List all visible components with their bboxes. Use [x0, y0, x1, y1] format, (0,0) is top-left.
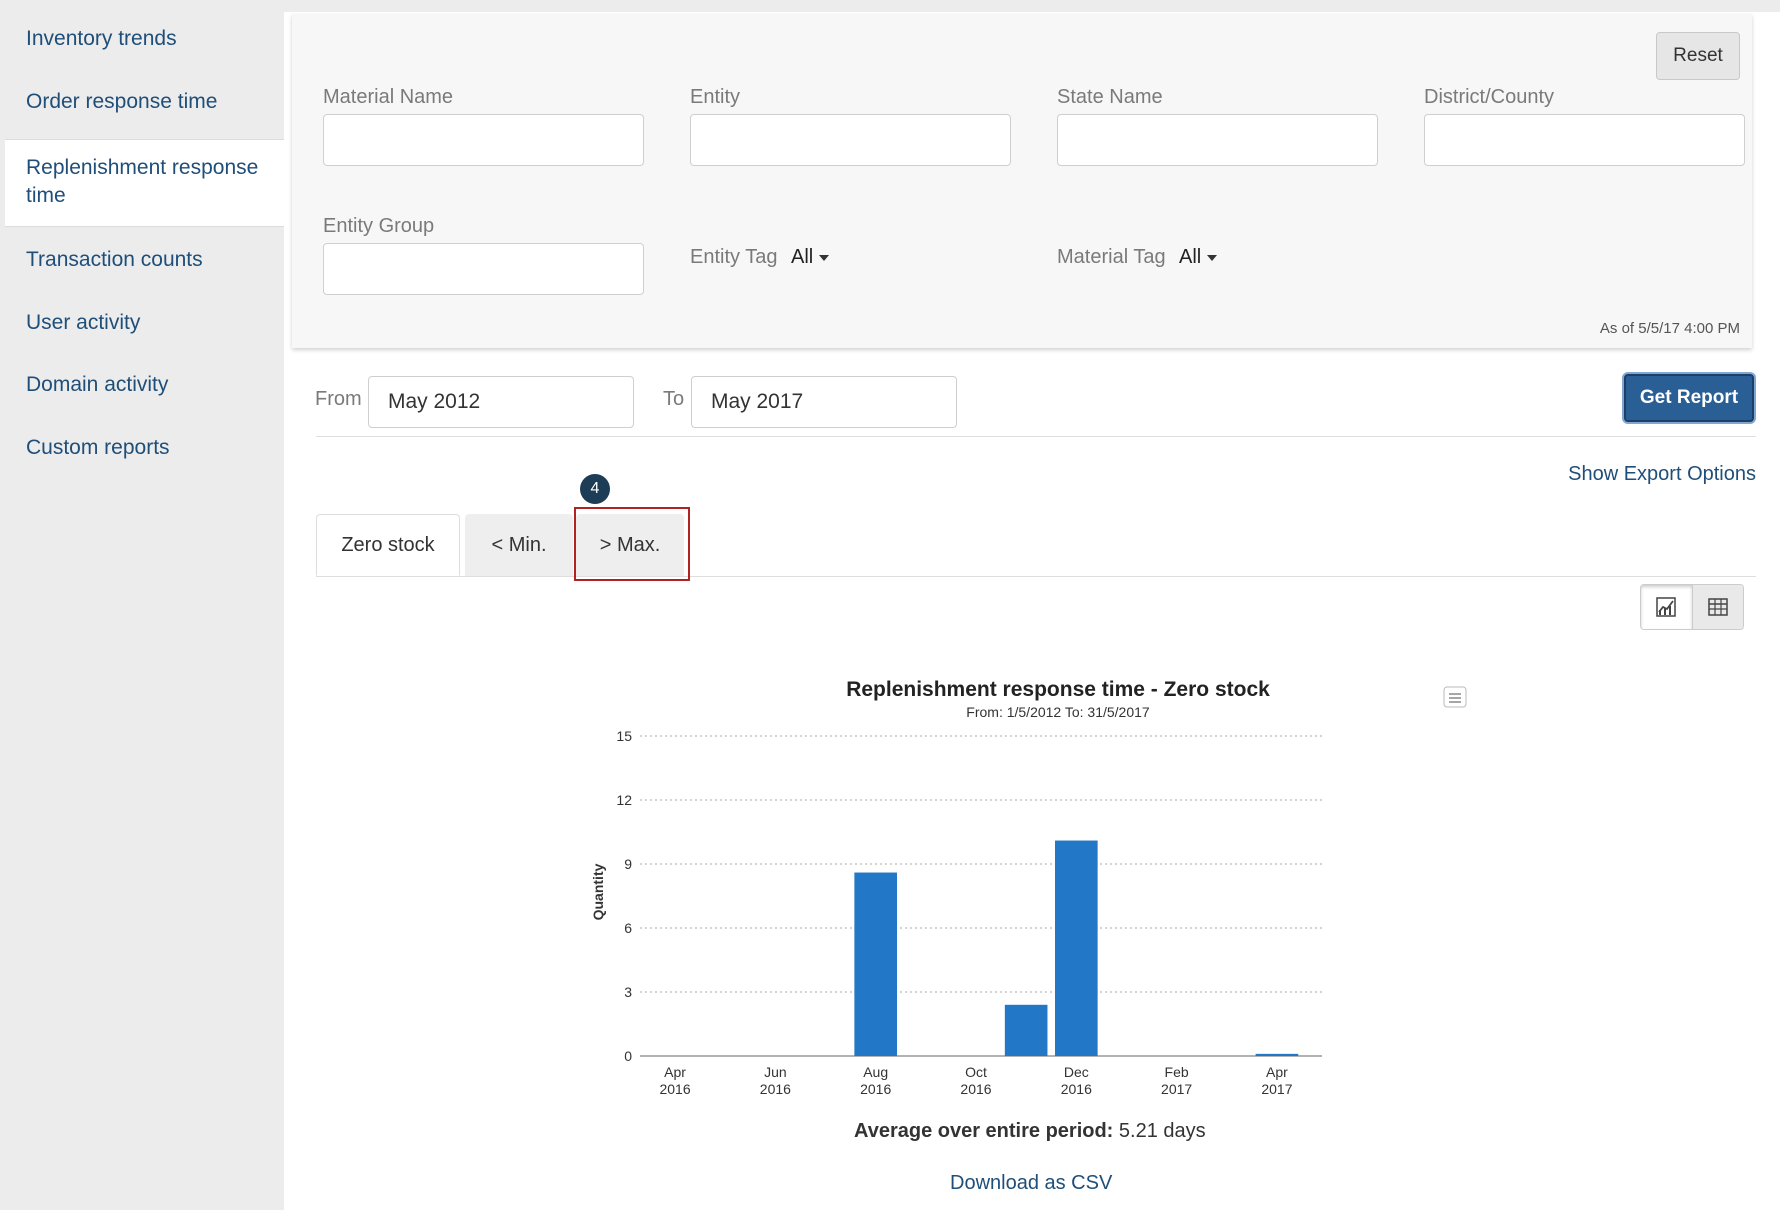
chart-bar[interactable] [1004, 1004, 1048, 1056]
state-name-label: State Name [1057, 86, 1163, 108]
get-report-button[interactable]: Get Report [1624, 374, 1754, 422]
x-tick-label: 2016 [659, 1081, 690, 1097]
x-tick-label: Jun [764, 1064, 787, 1080]
bar-chart: Replenishment response time - Zero stock… [590, 678, 1467, 1097]
download-csv-link[interactable]: Download as CSV [950, 1172, 1112, 1195]
sidebar-item-replenishment-response-time[interactable]: Replenishment response time [5, 139, 284, 227]
y-tick-label: 9 [624, 856, 632, 872]
district-label: District/County [1424, 86, 1555, 108]
y-tick-label: 12 [616, 792, 632, 808]
chart-bar[interactable] [1255, 1053, 1299, 1056]
main-content: Reset Material Name Entity State Name Di… [284, 12, 1780, 1210]
material-name-label: Material Name [323, 86, 454, 108]
y-tick-label: 6 [624, 920, 632, 936]
sidebar-item-order-response-time[interactable]: Order response time [5, 88, 284, 116]
tabs-divider [316, 576, 1756, 577]
chart-bar[interactable] [854, 872, 898, 1056]
sidebar-item-label: Transaction counts [26, 248, 203, 271]
reset-button[interactable]: Reset [1656, 32, 1740, 80]
entity-tag-value: All [791, 246, 814, 268]
average-label: Average over entire period: [854, 1120, 1114, 1142]
tab-zero-stock[interactable]: Zero stock [316, 514, 460, 576]
chart-icon [1656, 597, 1676, 617]
chart-bar[interactable] [1054, 840, 1098, 1056]
step-badge: 4 [580, 474, 610, 504]
x-tick-label: 2016 [1061, 1081, 1092, 1097]
view-toggle [1640, 584, 1744, 630]
y-tick-label: 15 [616, 728, 632, 744]
divider [316, 436, 1756, 437]
sidebar-item-label: Domain activity [26, 373, 169, 396]
from-date-input[interactable]: May 2012 [368, 376, 634, 428]
x-tick-label: Apr [1266, 1064, 1288, 1080]
x-tick-label: 2017 [1161, 1081, 1192, 1097]
to-label: To [663, 388, 685, 410]
sidebar-item-label: Order response time [26, 90, 218, 113]
y-axis-label: Quantity [590, 863, 606, 920]
sidebar-item-inventory-trends[interactable]: Inventory trends [5, 25, 284, 53]
entity-group-label: Entity Group [323, 215, 435, 237]
y-tick-label: 3 [624, 984, 632, 1000]
x-tick-label: Feb [1165, 1064, 1189, 1080]
district-input[interactable] [1424, 114, 1745, 166]
sidebar-item-label: Custom reports [26, 436, 170, 459]
to-date-input[interactable]: May 2017 [691, 376, 957, 428]
entity-input[interactable] [690, 114, 1011, 166]
entity-label: Entity [690, 86, 741, 108]
y-tick-label: 0 [624, 1048, 632, 1064]
x-tick-label: 2017 [1261, 1081, 1292, 1097]
x-tick-label: Aug [863, 1064, 888, 1080]
sidebar-item-domain-activity[interactable]: Domain activity [5, 371, 284, 399]
x-tick-label: Oct [965, 1064, 987, 1080]
material-name-input[interactable] [323, 114, 644, 166]
sidebar-item-label: Replenishment response time [26, 156, 259, 207]
chart-view-button[interactable] [1641, 585, 1692, 629]
caret-down-icon [1207, 254, 1218, 261]
sidebar-item-custom-reports[interactable]: Custom reports [5, 434, 284, 462]
material-tag-value: All [1179, 246, 1202, 268]
average-summary: Average over entire period: 5.21 days [854, 1120, 1206, 1143]
sidebar: Inventory trends Order response time Rep… [0, 0, 284, 1210]
x-tick-label: Dec [1064, 1064, 1089, 1080]
show-export-options-link[interactable]: Show Export Options [1568, 463, 1756, 486]
average-value: 5.21 days [1118, 1120, 1206, 1142]
from-label: From [315, 388, 362, 410]
sidebar-item-label: User activity [26, 311, 141, 334]
chart-menu-button[interactable] [1443, 686, 1467, 708]
chart-subtitle: From: 1/5/2012 To: 31/5/2017 [966, 704, 1150, 720]
chart-title: Replenishment response time - Zero stock [846, 678, 1270, 701]
entity-tag-label: Entity Tag [690, 246, 778, 268]
x-tick-label: 2016 [760, 1081, 791, 1097]
table-view-button[interactable] [1691, 585, 1743, 629]
caret-down-icon [819, 254, 830, 261]
as-of-timestamp: As of 5/5/17 4:00 PM [1599, 320, 1740, 337]
material-tag-dropdown[interactable]: All [1179, 246, 1218, 269]
tab-label: Zero stock [341, 533, 435, 556]
x-tick-label: Apr [664, 1064, 686, 1080]
entity-tag-dropdown[interactable]: All [791, 246, 830, 269]
entity-group-input[interactable] [323, 243, 644, 295]
highlight-box [574, 507, 690, 581]
x-tick-label: 2016 [860, 1081, 891, 1097]
sidebar-item-transaction-counts[interactable]: Transaction counts [5, 246, 284, 274]
state-name-input[interactable] [1057, 114, 1378, 166]
tab-min[interactable]: < Min. [465, 514, 573, 576]
sidebar-item-label: Inventory trends [26, 27, 177, 50]
material-tag-label: Material Tag [1057, 246, 1166, 268]
x-tick-label: 2016 [960, 1081, 991, 1097]
tab-label: < Min. [491, 533, 547, 556]
table-icon [1708, 598, 1728, 616]
sidebar-item-user-activity[interactable]: User activity [5, 309, 284, 337]
filter-panel: Reset Material Name Entity State Name Di… [292, 14, 1752, 348]
